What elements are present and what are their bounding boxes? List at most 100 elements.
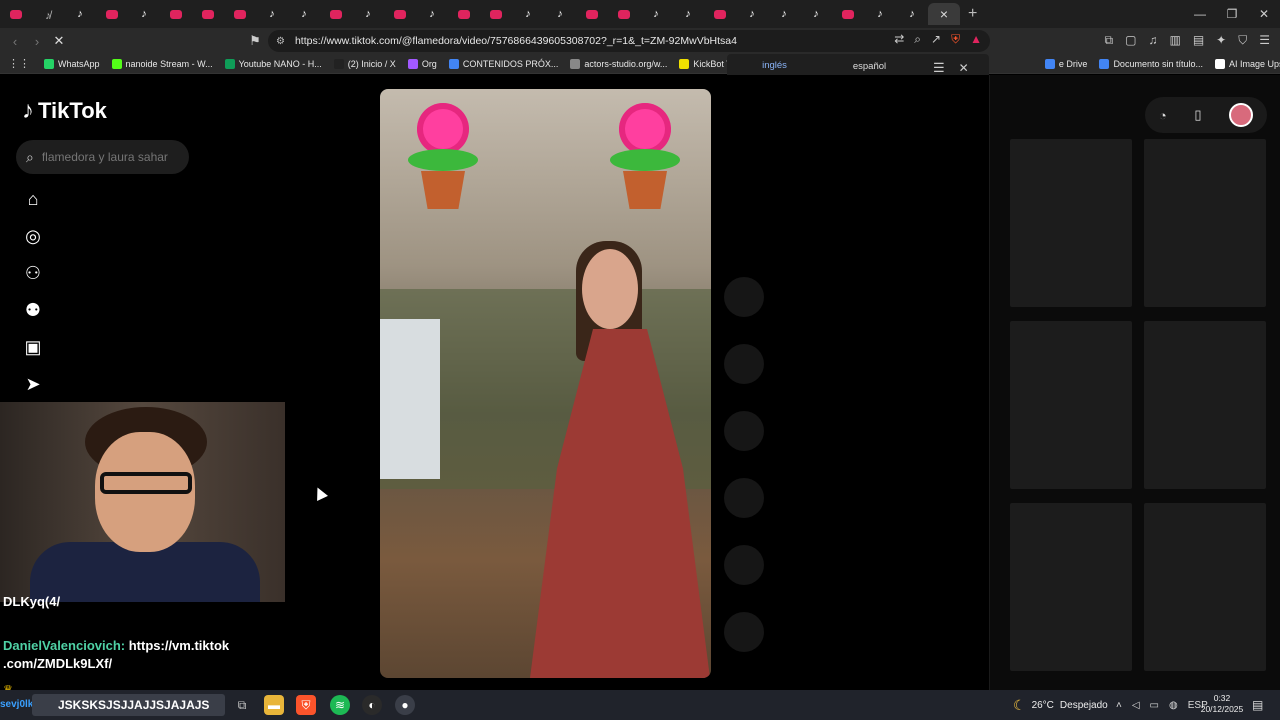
comment-action-placeholder[interactable] bbox=[724, 411, 764, 451]
leo-ai-icon[interactable]: ✦ bbox=[1216, 33, 1226, 48]
sidebar-icon[interactable]: ▥ bbox=[1169, 33, 1180, 48]
explore-icon[interactable]: ◎ bbox=[22, 226, 44, 248]
url-text[interactable]: https://www.tiktok.com/@flamedora/video/… bbox=[295, 35, 737, 47]
vpn-icon[interactable]: ⛉ bbox=[1238, 33, 1247, 48]
video-thumbnail-placeholder[interactable] bbox=[1010, 321, 1132, 489]
weather-widget[interactable]: ☾ 26°C Despejado bbox=[1013, 690, 1108, 720]
save-action-placeholder[interactable] bbox=[724, 478, 764, 518]
translate-menu-icon[interactable]: ☰ bbox=[933, 60, 945, 76]
clock[interactable]: 0:32 20/12/2025 bbox=[1200, 693, 1244, 715]
close-tab-icon[interactable]: × bbox=[940, 6, 948, 22]
browser-tab[interactable]: ♪ bbox=[672, 3, 704, 25]
sound-action-placeholder[interactable] bbox=[724, 612, 764, 652]
screenshot-icon[interactable]: ▢ bbox=[1125, 33, 1136, 48]
spotify-icon[interactable]: ≋ bbox=[330, 695, 350, 715]
active-tab[interactable]: × bbox=[928, 3, 960, 25]
coins-icon[interactable]: ◔ bbox=[1159, 108, 1167, 123]
browser-tab[interactable] bbox=[160, 3, 192, 25]
bookmark-item[interactable]: AI Image Upscaler |... bbox=[1214, 58, 1280, 69]
speaker-icon[interactable]: ◁ bbox=[1132, 700, 1140, 711]
browser-tab[interactable] bbox=[608, 3, 640, 25]
video-thumbnail-placeholder[interactable] bbox=[1144, 321, 1266, 489]
browser-tab[interactable] bbox=[384, 3, 416, 25]
tiktok-logo[interactable]: ♪ TikTok bbox=[22, 97, 107, 125]
brave-rewards-icon[interactable]: ▲ bbox=[970, 32, 982, 47]
live-icon[interactable]: ▣ bbox=[22, 337, 44, 359]
close-window-button[interactable]: ✕ bbox=[1248, 0, 1280, 28]
maximize-button[interactable]: ❐ bbox=[1216, 0, 1248, 28]
browser-tab[interactable] bbox=[704, 3, 736, 25]
browser-tab[interactable]: ♪̸ bbox=[32, 3, 64, 25]
browser-tab[interactable]: ♪ bbox=[736, 3, 768, 25]
browser-tab[interactable]: ♪ bbox=[864, 3, 896, 25]
browser-tab[interactable]: ♪ bbox=[256, 3, 288, 25]
bookmark-item[interactable]: Documento sin título... bbox=[1099, 58, 1203, 69]
bookmark-item[interactable]: nanoide Stream - W... bbox=[111, 58, 213, 69]
profile-avatar[interactable] bbox=[1229, 103, 1254, 127]
browser-tab[interactable]: ♪ bbox=[288, 3, 320, 25]
browser-tab[interactable] bbox=[576, 3, 608, 25]
translate-option-spanish[interactable]: español bbox=[822, 61, 917, 76]
reload-button[interactable]: ✕ bbox=[48, 33, 70, 49]
browser-tab[interactable] bbox=[832, 3, 864, 25]
video-thumbnail-placeholder[interactable] bbox=[1144, 503, 1266, 671]
browser-tab[interactable]: ♪ bbox=[640, 3, 672, 25]
browser-tab[interactable]: ♪ bbox=[512, 3, 544, 25]
video-player[interactable] bbox=[380, 89, 711, 678]
avatar-action-placeholder[interactable] bbox=[724, 277, 764, 317]
like-action-placeholder[interactable] bbox=[724, 344, 764, 384]
bookmark-item[interactable]: Youtube NANO - H... bbox=[224, 58, 322, 69]
bookmark-icon[interactable]: ⚑ bbox=[244, 33, 266, 49]
task-view-icon[interactable]: ⧉ bbox=[232, 695, 252, 715]
browser-tab[interactable] bbox=[224, 3, 256, 25]
brave-shields-icon[interactable]: ⛨ bbox=[951, 32, 960, 47]
mic-icon[interactable]: ◍ bbox=[1169, 700, 1178, 711]
following-icon[interactable]: ⚇ bbox=[22, 263, 44, 285]
bookmark-item[interactable]: (2) Inicio / X bbox=[333, 58, 396, 69]
browser-tab[interactable]: ♪ bbox=[64, 3, 96, 25]
zoom-icon[interactable]: ⌕ bbox=[914, 32, 921, 47]
browser-tab[interactable] bbox=[448, 3, 480, 25]
browser-tab[interactable]: ♪ bbox=[416, 3, 448, 25]
browser-tab[interactable]: ♪ bbox=[352, 3, 384, 25]
forward-button[interactable]: › bbox=[26, 34, 48, 49]
device-icon[interactable]: ▯ bbox=[1194, 107, 1201, 123]
apps-icon[interactable]: ⋮⋮ bbox=[8, 57, 30, 70]
home-icon[interactable]: ⌂ bbox=[22, 189, 44, 211]
menu-icon[interactable]: ☰ bbox=[1259, 33, 1270, 48]
media-icon[interactable]: ♫ bbox=[1148, 33, 1157, 48]
friends-icon[interactable]: ⚉ bbox=[22, 300, 44, 322]
minimize-button[interactable]: — bbox=[1184, 0, 1216, 28]
browser-tab[interactable] bbox=[480, 3, 512, 25]
bookmark-item[interactable]: CONTENIDOS PRÓX... bbox=[448, 58, 558, 69]
share-action-placeholder[interactable] bbox=[724, 545, 764, 585]
capcut-icon[interactable]: ◐ bbox=[362, 695, 382, 715]
messages-icon[interactable]: ➤ bbox=[22, 374, 44, 396]
browser-tab[interactable]: ♪ bbox=[896, 3, 928, 25]
translate-icon[interactable]: ⇄ bbox=[894, 32, 904, 47]
extensions-icon[interactable]: ⧉ bbox=[1105, 33, 1114, 48]
brave-browser-icon[interactable]: ⛨ bbox=[296, 695, 316, 715]
search-box[interactable]: ⌕ bbox=[16, 140, 189, 174]
bookmark-item[interactable]: Org bbox=[407, 58, 437, 69]
taskbar-search[interactable]: JSKSKSJSJJAJJSJAJAJS bbox=[32, 694, 225, 716]
bookmark-item[interactable]: actors-studio.org/w... bbox=[570, 58, 667, 69]
video-thumbnail-placeholder[interactable] bbox=[1010, 503, 1132, 671]
video-thumbnail-placeholder[interactable] bbox=[1144, 139, 1266, 307]
bookmark-item[interactable]: WhatsApp bbox=[44, 58, 100, 69]
translate-option-english[interactable]: inglés bbox=[727, 60, 822, 77]
search-input[interactable] bbox=[41, 150, 172, 164]
browser-tab[interactable]: ♪ bbox=[800, 3, 832, 25]
bookmark-item[interactable]: e Drive bbox=[1044, 58, 1087, 69]
back-button[interactable]: ‹ bbox=[4, 34, 26, 49]
video-thumbnail-placeholder[interactable] bbox=[1010, 139, 1132, 307]
browser-tab[interactable]: ♪ bbox=[768, 3, 800, 25]
network-icon[interactable]: ▭ bbox=[1150, 700, 1159, 711]
share-icon[interactable]: ↗ bbox=[931, 32, 941, 47]
notifications-icon[interactable]: ▤ bbox=[1252, 698, 1263, 712]
chevron-up-icon[interactable]: ˄ bbox=[1116, 700, 1122, 711]
browser-tab[interactable] bbox=[0, 3, 32, 25]
browser-tab[interactable] bbox=[320, 3, 352, 25]
obs-icon[interactable]: ● bbox=[395, 695, 415, 715]
browser-tab[interactable]: ♪ bbox=[128, 3, 160, 25]
